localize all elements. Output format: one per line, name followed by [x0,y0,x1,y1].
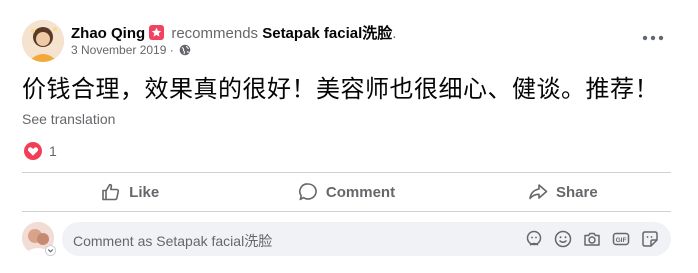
like-icon [102,183,120,201]
globe-icon[interactable] [179,44,191,59]
gif-icon[interactable]: GIF [612,230,630,248]
more-options-icon[interactable] [640,28,666,48]
love-reaction-icon[interactable] [24,142,42,160]
share-button[interactable]: Share [455,173,671,211]
chevron-down-icon[interactable] [45,245,56,256]
header-period: . [392,25,397,42]
post-meta: 3 November 2019 · [71,43,191,59]
like-label: Like [129,183,160,201]
divider-bottom [22,211,671,212]
svg-text:GIF: GIF [616,237,627,244]
post-text: 价钱合理，效果真的很好！美容师也很细心、健谈。推荐！ [22,75,659,103]
comment-label: Comment [325,183,396,201]
post-card: Zhao Qing recommends Setapak facial洗脸. 3… [0,0,698,273]
reaction-count[interactable]: 1 [49,143,57,159]
camera-icon[interactable] [583,230,601,248]
like-button[interactable]: Like [22,173,238,211]
author-name[interactable]: Zhao Qing [71,25,145,42]
recommendation-star-icon [149,25,165,40]
recommends-text: recommends [171,25,259,42]
share-label: Share [555,183,598,201]
comment-button[interactable]: Comment [238,173,454,211]
action-bar: Like Comment Share [22,173,671,211]
avatar-sticker-icon[interactable] [525,230,543,248]
comment-placeholder: Comment as Setapak facial洗脸 [73,233,273,249]
comment-input[interactable]: Comment as Setapak facial洗脸 GIF [62,222,671,256]
emoji-icon[interactable] [554,230,572,248]
page-name-link[interactable]: Setapak facial洗脸 [262,25,392,42]
sticker-icon[interactable] [641,230,659,248]
post-header: Zhao Qing recommends Setapak facial洗脸. [71,22,396,43]
comment-tools: GIF [525,230,659,248]
see-translation-link[interactable]: See translation [22,111,115,127]
date-separator: · [169,43,174,57]
comment-icon [298,183,317,201]
author-avatar[interactable] [22,20,64,62]
share-icon [529,184,548,200]
post-date[interactable]: 3 November 2019 [71,43,166,57]
